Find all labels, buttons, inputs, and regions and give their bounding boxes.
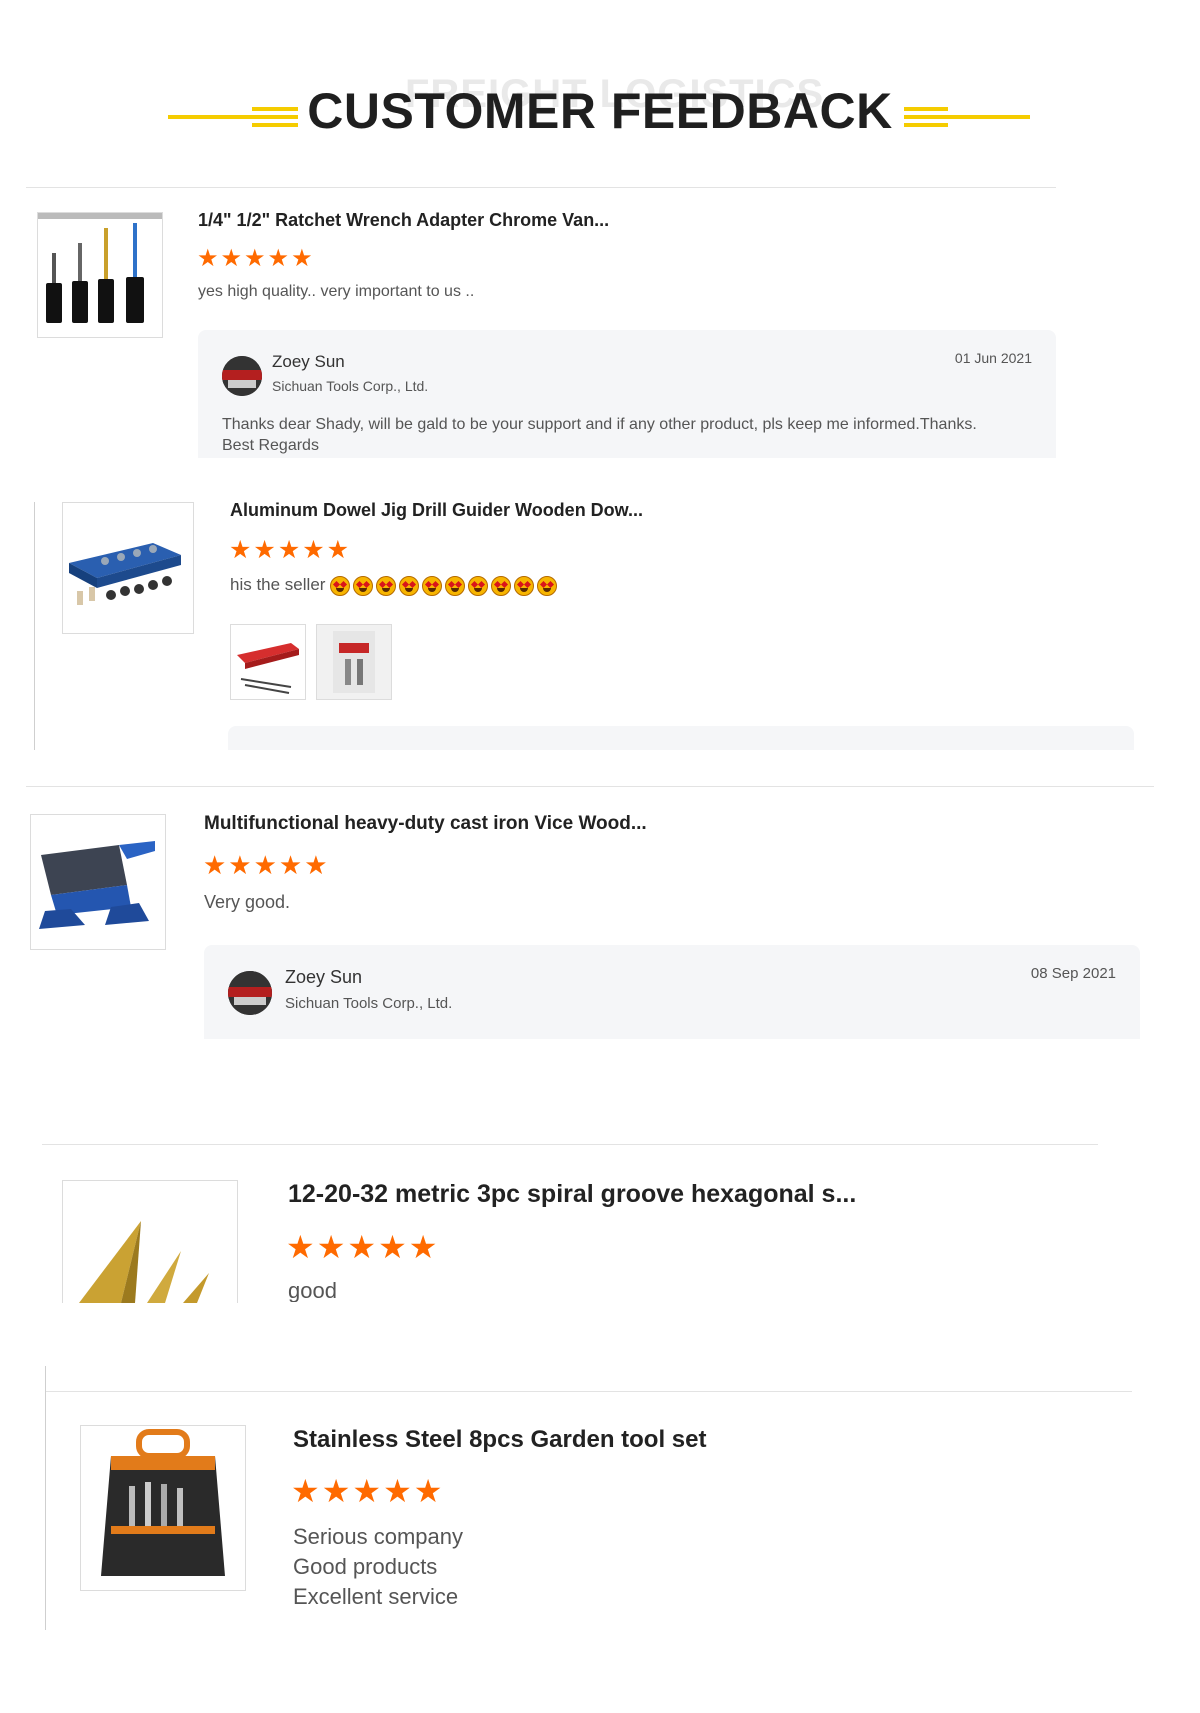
review-text: yes high quality.. very important to us … [198, 283, 475, 300]
divider [45, 1366, 46, 1630]
star-struck-emoji-icon [445, 575, 466, 596]
seller-reply: Zoey Sun Sichuan Tools Corp., Ltd. 08 Se… [204, 945, 1140, 1039]
star-struck-emoji-icon [330, 575, 351, 596]
rating-stars: ★★★★★ [291, 1473, 445, 1509]
avatar [222, 356, 262, 396]
star-struck-emoji-icon [353, 575, 374, 596]
star-struck-emoji-icon [514, 575, 535, 596]
rating-stars: ★★★★★ [197, 245, 315, 272]
reply-company: Sichuan Tools Corp., Ltd. [285, 995, 453, 1012]
product-thumbnail[interactable] [30, 814, 166, 950]
reply-author: Zoey Sun [272, 352, 345, 371]
avatar [228, 971, 272, 1015]
star-struck-emoji-icon [537, 575, 558, 596]
title-decoration-right [904, 100, 1034, 150]
divider [26, 786, 1154, 787]
reply-date: 08 Sep 2021 [1030, 965, 1116, 982]
divider [46, 1391, 1132, 1392]
seller-reply [228, 726, 1134, 750]
reply-line: Best Regards [222, 437, 319, 454]
product-thumbnail[interactable] [80, 1425, 246, 1591]
review-photo[interactable] [230, 624, 306, 700]
review-line: Serious company [293, 1524, 463, 1549]
review-text-label: his the seller [230, 575, 326, 594]
rating-stars: ★★★★★ [229, 536, 352, 564]
review-text: Serious company Good products Excellent … [293, 1522, 463, 1612]
reply-company: Sichuan Tools Corp., Ltd. [272, 378, 429, 394]
rating-stars: ★★★★★ [203, 850, 330, 880]
product-thumbnail[interactable] [62, 1180, 238, 1303]
seller-reply: Zoey Sun Sichuan Tools Corp., Ltd. 01 Ju… [198, 330, 1056, 458]
star-struck-emoji-icon [399, 575, 420, 596]
review-text: Very good. [204, 892, 291, 912]
review-line: Good products [293, 1554, 438, 1579]
product-title[interactable]: 12-20-32 metric 3pc spiral groove hexago… [288, 1180, 856, 1209]
star-struck-emoji-icon [491, 575, 512, 596]
review-text: his the seller [230, 575, 560, 596]
star-struck-emoji-icon [422, 575, 443, 596]
emoji-row [330, 575, 560, 596]
divider [26, 187, 1056, 188]
product-thumbnail[interactable] [62, 502, 194, 634]
reply-author: Zoey Sun [285, 967, 363, 987]
review-text: good [288, 1278, 337, 1302]
reply-date: 01 Jun 2021 [954, 350, 1032, 366]
reply-body: Thanks dear Shady, will be gald to be yo… [222, 414, 977, 456]
divider [42, 1144, 1098, 1145]
divider [34, 502, 35, 750]
star-struck-emoji-icon [376, 575, 397, 596]
product-title[interactable]: 1/4" 1/2" Ratchet Wrench Adapter Chrome … [198, 210, 609, 231]
star-struck-emoji-icon [468, 575, 489, 596]
product-title[interactable]: Stainless Steel 8pcs Garden tool set [293, 1426, 706, 1454]
reply-line: Thanks dear Shady, will be gald to be yo… [222, 416, 977, 433]
review-line: Excellent service [293, 1584, 459, 1609]
product-title[interactable]: Multifunctional heavy-duty cast iron Vic… [204, 813, 647, 835]
rating-stars: ★★★★★ [286, 1229, 440, 1265]
product-title[interactable]: Aluminum Dowel Jig Drill Guider Wooden D… [230, 500, 643, 521]
product-thumbnail[interactable] [37, 212, 163, 338]
review-photo[interactable] [316, 624, 392, 700]
